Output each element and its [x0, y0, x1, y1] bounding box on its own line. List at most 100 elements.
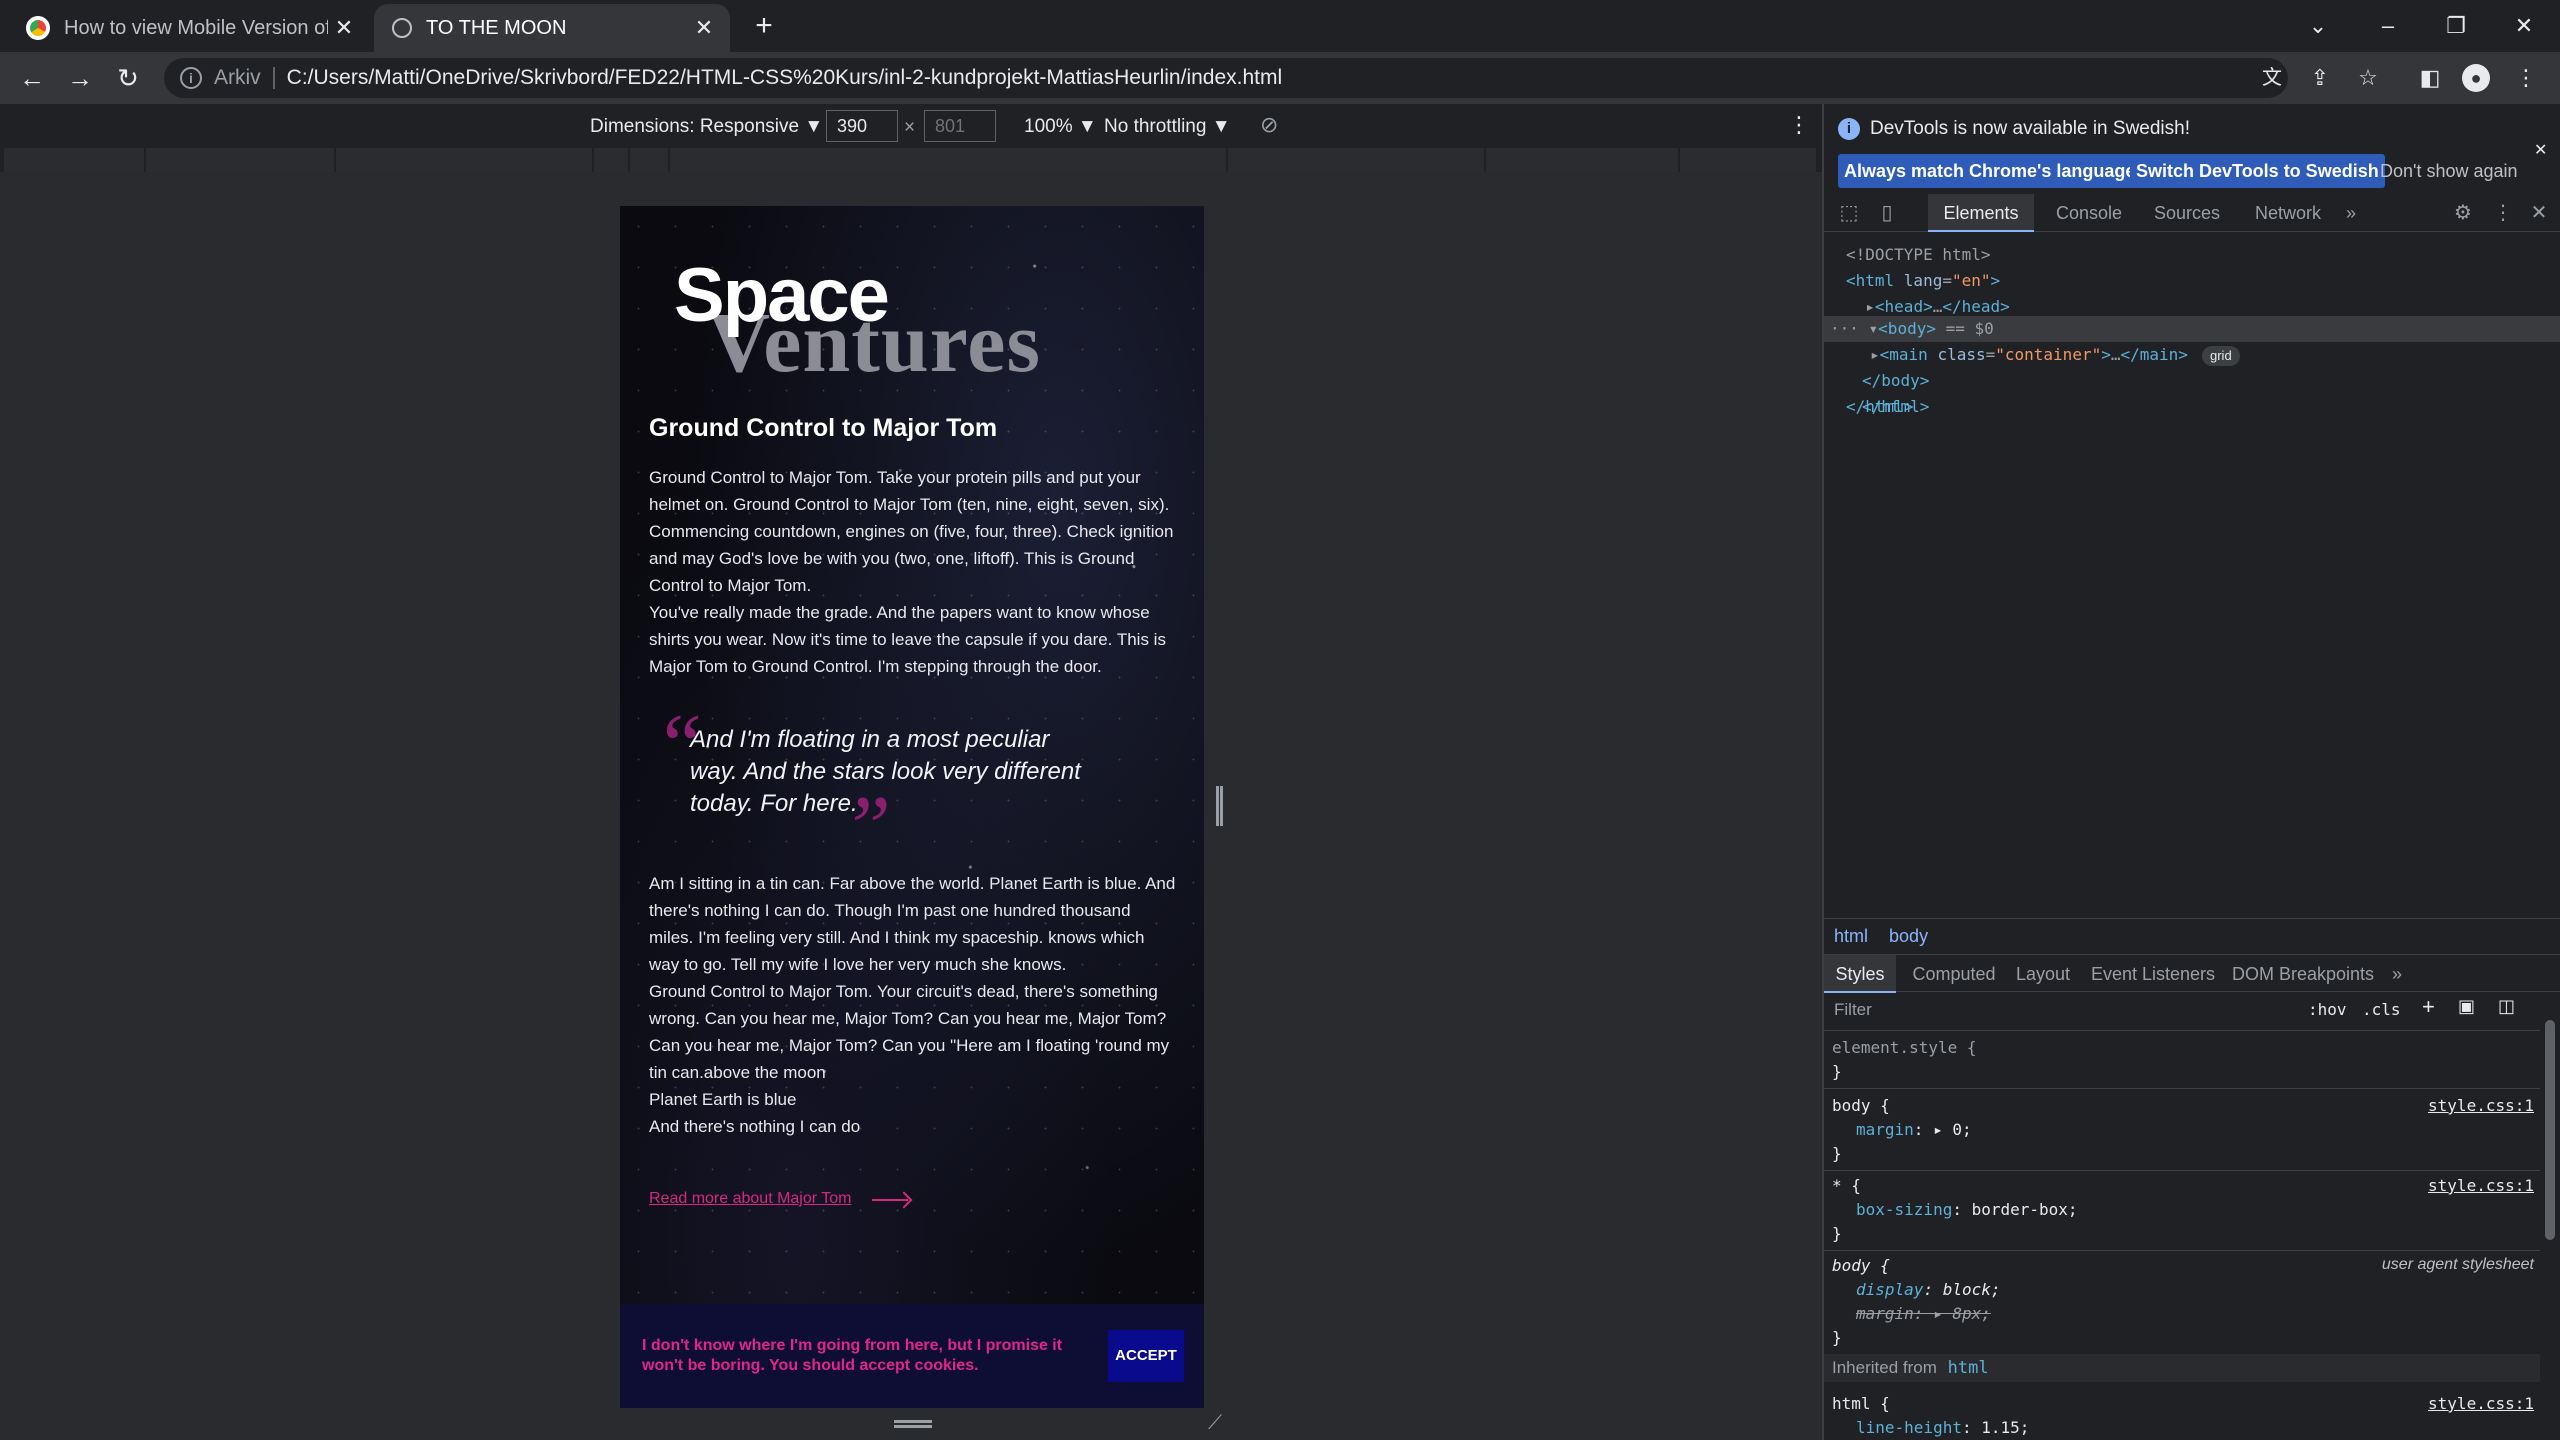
- tab-title: How to view Mobile Version of a: [64, 16, 328, 39]
- restore-button[interactable]: ❐: [2426, 6, 2486, 46]
- zoom-dropdown[interactable]: 100% ▼: [1024, 116, 1097, 138]
- ruler-segment[interactable]: [630, 148, 670, 172]
- forward-icon[interactable]: →: [62, 60, 98, 96]
- sidebar-toggle-icon[interactable]: ◫: [2498, 996, 2515, 1017]
- breadcrumb-html[interactable]: html: [1834, 926, 1868, 946]
- arrow-right-icon[interactable]: [872, 1199, 908, 1201]
- ruler-segment[interactable]: [4, 148, 146, 172]
- ruler-segment[interactable]: [594, 148, 630, 172]
- dom-main-node[interactable]: ▸<main class="container">…</main>: [1870, 342, 2188, 368]
- css-value: block;: [1942, 1280, 2001, 1299]
- back-icon[interactable]: ←: [14, 60, 50, 96]
- dimensions-dropdown[interactable]: Dimensions: Responsive ▼: [590, 116, 823, 138]
- minimize-button[interactable]: –: [2358, 6, 2418, 46]
- css-declaration-overridden[interactable]: margin: ▸ 8px;: [1856, 1304, 1991, 1323]
- tab-search-icon[interactable]: ⌄: [2288, 6, 2348, 46]
- tab-elements[interactable]: Elements: [1928, 194, 2034, 232]
- quote-line: way. And the stars look very different: [690, 758, 1081, 785]
- device-toggle-icon[interactable]: ▯: [1872, 194, 1902, 232]
- intro-paragraph: Ground Control to Major Tom. Take your p…: [649, 464, 1179, 680]
- menu-kebab-icon[interactable]: ⋮: [2510, 62, 2542, 94]
- resize-handle-right[interactable]: [1220, 786, 1223, 826]
- html-rule-selector[interactable]: html {: [1832, 1394, 1890, 1413]
- dont-show-again-button[interactable]: Don't show again: [2374, 154, 2524, 188]
- css-declaration[interactable]: display: block;: [1856, 1280, 2001, 1299]
- grid-badge[interactable]: grid: [2202, 346, 2240, 366]
- tab-styles[interactable]: Styles: [1824, 955, 1896, 993]
- address-url[interactable]: C:/Users/Matti/OneDrive/Skrivbord/FED22/…: [287, 66, 1282, 90]
- scrollbar-thumb[interactable]: [2545, 1020, 2555, 1240]
- ruler-segment[interactable]: [1680, 148, 1818, 172]
- read-more-link[interactable]: Read more about Major Tom: [649, 1190, 851, 1208]
- share-icon[interactable]: ⇪: [2304, 62, 2336, 94]
- ruler-segment[interactable]: [1228, 148, 1486, 172]
- tab-to-the-moon[interactable]: TO THE MOON ✕: [374, 4, 730, 52]
- tab-console[interactable]: Console: [2044, 194, 2134, 232]
- ruler-segment[interactable]: [336, 148, 594, 172]
- breadcrumb: html body: [1824, 918, 2560, 954]
- translate-icon[interactable]: 文: [2256, 62, 2288, 94]
- devtools-kebab-icon[interactable]: ⋮: [2488, 194, 2518, 232]
- bookmark-star-icon[interactable]: ☆: [2352, 62, 2384, 94]
- tab-layout[interactable]: Layout: [2010, 955, 2076, 993]
- tab-sources[interactable]: Sources: [2142, 194, 2232, 232]
- accept-cookies-button[interactable]: ACCEPT: [1108, 1330, 1184, 1382]
- tab-mobile-version[interactable]: How to view Mobile Version of a ✕: [0, 4, 370, 52]
- devtools-close-icon[interactable]: ✕: [2524, 194, 2554, 232]
- rule-close: }: [1832, 1328, 1842, 1347]
- ua-body-rule-selector[interactable]: body {: [1832, 1256, 1890, 1275]
- resize-handle-right[interactable]: [1216, 786, 1219, 826]
- close-tab-icon[interactable]: ✕: [328, 15, 360, 41]
- tab-computed[interactable]: Computed: [1908, 955, 2000, 993]
- ruler-segment[interactable]: [146, 148, 336, 172]
- viewport-width-input[interactable]: 390: [826, 110, 898, 142]
- cls-toggle[interactable]: .cls: [2362, 1000, 2401, 1019]
- always-match-language-button[interactable]: Always match Chrome's language: [1838, 154, 2142, 188]
- paint-icon[interactable]: ▣: [2458, 996, 2475, 1017]
- hov-toggle[interactable]: :hov: [2308, 1000, 2347, 1019]
- window-close-button[interactable]: ✕: [2494, 6, 2554, 46]
- stylesheet-link[interactable]: style.css:1: [2428, 1176, 2534, 1195]
- close-tab-icon[interactable]: ✕: [688, 15, 720, 41]
- inherited-tag[interactable]: html: [1948, 1358, 1989, 1378]
- new-tab-button[interactable]: +: [734, 6, 794, 46]
- rule-close: }: [1832, 1224, 1842, 1243]
- ruler-segment[interactable]: [670, 148, 1228, 172]
- side-panel-icon[interactable]: ◧: [2414, 62, 2446, 94]
- info-icon[interactable]: i: [180, 67, 202, 89]
- throttling-dropdown[interactable]: No throttling ▼: [1104, 116, 1231, 138]
- breadcrumb-body[interactable]: body: [1889, 926, 1928, 946]
- settings-gear-icon[interactable]: ⚙: [2448, 194, 2478, 232]
- stylesheet-link[interactable]: style.css:1: [2428, 1394, 2534, 1413]
- device-options-kebab-icon[interactable]: ⋮: [1788, 112, 1810, 138]
- body-rule-selector[interactable]: body {: [1832, 1096, 1890, 1115]
- styles-scrollbar[interactable]: [2542, 1000, 2558, 1440]
- stylesheet-link[interactable]: style.css:1: [2428, 1096, 2534, 1115]
- tab-dom-breakpoints[interactable]: DOM Breakpoints: [2228, 955, 2378, 993]
- viewport-height-input[interactable]: 801: [924, 110, 996, 142]
- tab-event-listeners[interactable]: Event Listeners: [2088, 955, 2218, 993]
- text-line: Can you hear me, Major Tom? Can you "Her…: [649, 1036, 1170, 1055]
- new-style-rule-icon[interactable]: +: [2422, 994, 2435, 1020]
- tab-network[interactable]: Network: [2240, 194, 2336, 232]
- resize-handle-bottom[interactable]: [894, 1425, 932, 1428]
- css-declaration[interactable]: box-sizing: border-box;: [1856, 1200, 2078, 1219]
- css-declaration[interactable]: margin: ▸ 0;: [1856, 1120, 1972, 1139]
- profile-avatar-icon[interactable]: ●: [2462, 64, 2490, 92]
- dom-body-node[interactable]: ··· ▾<body> == $0: [1830, 316, 1994, 342]
- ruler-segment[interactable]: [1486, 148, 1680, 172]
- resize-corner-icon[interactable]: ⟋: [1208, 1412, 1222, 1435]
- switch-to-swedish-button[interactable]: Switch DevTools to Swedish: [2130, 154, 2385, 188]
- more-tabs-icon[interactable]: »: [2336, 194, 2366, 232]
- more-style-tabs-icon[interactable]: »: [2382, 955, 2412, 993]
- universal-rule-selector[interactable]: * {: [1832, 1176, 1861, 1195]
- banner-close-icon[interactable]: ✕: [2534, 140, 2547, 160]
- reload-icon[interactable]: ↻: [110, 60, 146, 96]
- rotate-icon[interactable]: ⊘: [1260, 112, 1278, 138]
- element-style-rule[interactable]: element.style {: [1832, 1038, 1977, 1057]
- css-declaration[interactable]: line-height: 1.15;: [1856, 1418, 2029, 1437]
- inspect-element-icon[interactable]: ⬚: [1834, 194, 1864, 232]
- styles-filter-input[interactable]: Filter: [1834, 1000, 1872, 1020]
- resize-handle-bottom[interactable]: [894, 1420, 932, 1423]
- address-bar[interactable]: i Arkiv C:/Users/Matti/OneDrive/Skrivbor…: [164, 58, 2288, 98]
